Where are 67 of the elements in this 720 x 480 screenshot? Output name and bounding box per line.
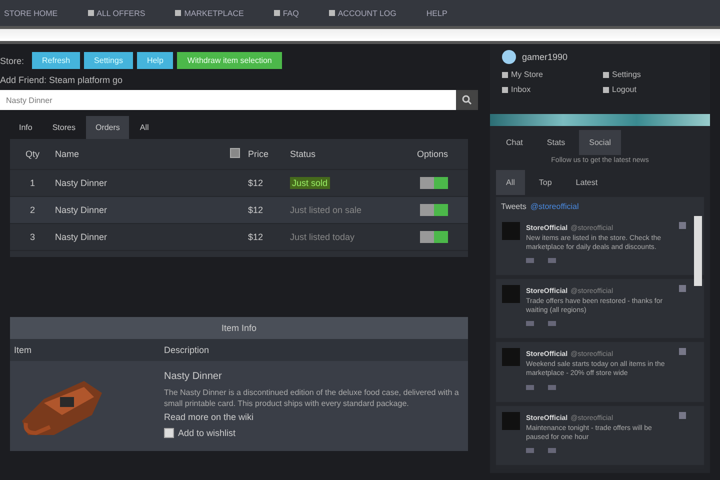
column-header: Price	[248, 149, 270, 159]
nav-link[interactable]: STORE HOME	[4, 8, 58, 18]
status-text: Just listed today	[290, 232, 355, 242]
nav-link[interactable]: ACCOUNT LOG	[338, 8, 396, 18]
table-cell-text: $12	[248, 205, 264, 215]
item-description: The Nasty Dinner is a discontinued edition of the deluxe food case, delivered with a small printable card. This product ships with every standard package.	[164, 387, 460, 410]
avatar-icon	[502, 222, 520, 240]
status-text: Just sold	[290, 177, 330, 189]
toggle-switch[interactable]	[420, 177, 448, 189]
column-header: Options	[416, 149, 449, 159]
tab[interactable]: Info	[10, 116, 42, 139]
search-field[interactable]: Nasty Dinner	[0, 90, 456, 110]
nav-link[interactable]: MARKETPLACE	[184, 8, 244, 18]
user-link[interactable]: Settings	[603, 70, 698, 79]
toggle-switch[interactable]	[420, 231, 448, 243]
nav-link[interactable]: FAQ	[282, 8, 299, 18]
panel-title: Item Info	[10, 317, 468, 339]
status-text: Just listed on sale	[290, 205, 362, 215]
column-header: Qty	[24, 149, 40, 159]
column-header: Item	[14, 345, 33, 355]
avatar-icon	[502, 285, 520, 304]
tab[interactable]: Stores	[43, 116, 84, 139]
tab[interactable]: Social	[579, 130, 621, 155]
tab[interactable]: Top	[528, 170, 562, 195]
square-icon	[328, 10, 335, 16]
avatar-icon	[502, 412, 520, 430]
nav-link[interactable]: ALL OFFERS	[96, 8, 146, 18]
table-cell-text: $12	[248, 232, 264, 242]
feed-title: Tweets	[501, 202, 526, 211]
tab[interactable]: All	[130, 116, 158, 139]
user-link[interactable]: My Store	[502, 70, 597, 79]
tab[interactable]: All	[496, 170, 525, 195]
table-cell-text: 2	[28, 205, 36, 215]
table-cell-text: 1	[28, 178, 36, 188]
user-link[interactable]: Logout	[603, 85, 698, 94]
tab[interactable]: Stats	[536, 130, 576, 155]
table-cell-text: Nasty Dinner	[55, 178, 108, 188]
avatar-icon	[502, 50, 516, 64]
user-name: gamer1990	[522, 52, 568, 62]
user-link[interactable]: Inbox	[502, 85, 597, 94]
table-cell-text: $12	[248, 178, 264, 188]
tab[interactable]: Orders	[86, 116, 129, 139]
toggle-switch[interactable]	[420, 204, 448, 216]
table-cell-text: Nasty Dinner	[55, 232, 108, 242]
wiki-link[interactable]: Read more on the wiki	[164, 412, 464, 422]
scrollbar[interactable]	[694, 216, 702, 286]
checkbox[interactable]	[164, 428, 174, 438]
avatar-icon	[502, 348, 520, 366]
search-icon	[462, 95, 472, 105]
friend-text: Add Friend: Steam platform go	[0, 75, 124, 85]
square-icon	[175, 10, 182, 16]
item-title: Nasty Dinner	[164, 371, 223, 382]
tab[interactable]: Chat	[496, 130, 533, 155]
column-header: Description	[164, 345, 210, 355]
nav-link[interactable]: HELP	[426, 8, 448, 18]
table-cell-text: 3	[28, 232, 36, 242]
column-header: Name	[55, 149, 80, 159]
square-icon	[88, 10, 94, 16]
checkbox-label: Add to wishlist	[178, 428, 236, 438]
column-header: Status	[290, 149, 317, 159]
handle-link[interactable]: @storeofficial	[530, 202, 579, 211]
search-button[interactable]	[456, 90, 478, 110]
store-label: Store:	[0, 56, 24, 66]
square-icon	[274, 10, 280, 16]
table-cell-text: Nasty Dinner	[55, 205, 108, 215]
checkbox[interactable]	[230, 148, 240, 158]
tab[interactable]: Latest	[566, 170, 608, 195]
